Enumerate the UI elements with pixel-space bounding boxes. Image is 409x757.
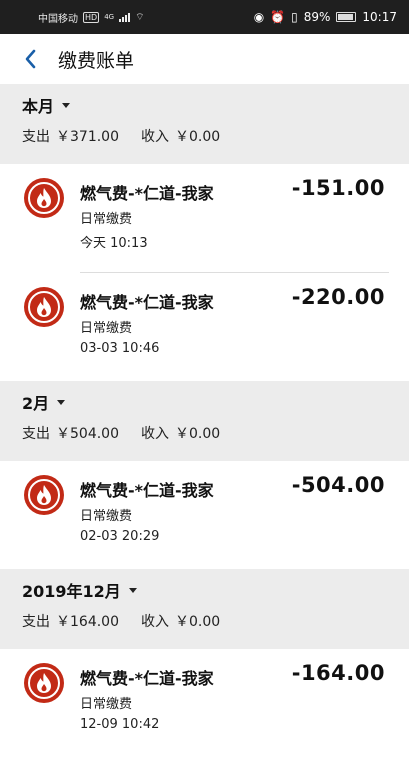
month-section-header: 本月 支出 ￥371.00 收入 ￥0.00 <box>0 84 409 164</box>
expense-amount: ￥164.00 <box>56 614 119 630</box>
caret-down-icon <box>62 102 71 108</box>
month-label: 2月 <box>22 394 50 413</box>
bill-time: 12-09 10:42 <box>80 717 160 732</box>
month-summary: 支出 ￥371.00 收入 ￥0.00 <box>22 126 387 164</box>
bill-list-item[interactable]: 燃气费-*仁道-我家 日常缴费 今天 10:13 -151.00 <box>0 164 409 272</box>
month-selector[interactable]: 2019年12月 <box>22 569 387 611</box>
bill-category: 日常缴费 <box>80 212 133 227</box>
bill-amount: -220.00 <box>291 285 385 309</box>
bill-list: 本月 支出 ￥371.00 收入 ￥0.00 燃气费-*仁道-我家 日常缴费 今… <box>0 84 409 757</box>
income-amount: ￥0.00 <box>175 614 221 630</box>
bill-list-item[interactable]: 燃气费-*仁道-我家 日常缴费 12-09 10:42 -164.00 <box>0 649 409 757</box>
bill-time: 02-03 20:29 <box>80 529 160 544</box>
expense-amount: ￥371.00 <box>56 129 119 145</box>
status-bar: 中国移动 HD 4G ⌔ ◉ ⏰ ▯ 89% 10:17 <box>0 0 409 34</box>
caret-down-icon <box>57 399 66 405</box>
gas-flame-icon <box>24 475 64 515</box>
caret-down-icon <box>128 587 137 593</box>
income-amount: ￥0.00 <box>175 129 221 145</box>
income-label: 收入 <box>141 129 169 145</box>
month-label: 2019年12月 <box>22 582 121 601</box>
battery-percent: 89% <box>303 10 331 24</box>
bill-name: 燃气费-*仁道-我家 <box>80 481 214 500</box>
month-label: 本月 <box>22 97 55 116</box>
page-title: 缴费账单 <box>58 49 135 72</box>
alarm-icon: ⏰ <box>270 10 286 24</box>
gas-flame-icon <box>24 287 64 327</box>
expense-label: 支出 <box>22 614 50 630</box>
bill-category: 日常缴费 <box>80 697 133 712</box>
month-section-header: 2019年12月 支出 ￥164.00 收入 ￥0.00 <box>0 569 409 649</box>
hd-badge: HD <box>83 11 100 23</box>
eye-comfort-icon: ◉ <box>253 10 265 24</box>
month-section-header: 2月 支出 ￥504.00 收入 ￥0.00 <box>0 381 409 461</box>
status-bar-right: ◉ ⏰ ▯ 89% 10:17 <box>254 10 397 24</box>
month-selector[interactable]: 本月 <box>22 84 387 126</box>
month-selector[interactable]: 2月 <box>22 381 387 423</box>
vibrate-icon: ▯ <box>291 10 298 24</box>
bill-category: 日常缴费 <box>80 321 133 336</box>
expense-label: 支出 <box>22 426 50 442</box>
income-label: 收入 <box>141 426 169 442</box>
battery-icon <box>336 12 357 22</box>
bill-name: 燃气费-*仁道-我家 <box>80 669 214 688</box>
bill-amount: -151.00 <box>291 176 385 200</box>
bill-name: 燃气费-*仁道-我家 <box>80 293 214 312</box>
status-bar-left: 中国移动 HD 4G ⌔ <box>38 10 144 25</box>
expense-label: 支出 <box>22 129 50 145</box>
bill-category: 日常缴费 <box>80 509 133 524</box>
income-amount: ￥0.00 <box>175 426 221 442</box>
month-summary: 支出 ￥504.00 收入 ￥0.00 <box>22 423 387 461</box>
gas-flame-icon <box>24 663 64 703</box>
bill-name: 燃气费-*仁道-我家 <box>80 184 214 203</box>
bill-time: 今天 10:13 <box>80 236 148 251</box>
bill-list-item[interactable]: 燃气费-*仁道-我家 日常缴费 02-03 20:29 -504.00 <box>0 461 409 569</box>
chevron-left-icon[interactable] <box>20 49 40 69</box>
bill-time: 03-03 10:46 <box>80 341 160 356</box>
income-label: 收入 <box>141 614 169 630</box>
bill-amount: -164.00 <box>291 661 385 685</box>
gas-flame-icon <box>24 178 64 218</box>
signal-icon <box>119 12 131 22</box>
bill-list-item[interactable]: 燃气费-*仁道-我家 日常缴费 03-03 10:46 -220.00 <box>0 273 409 381</box>
clock: 10:17 <box>362 10 397 24</box>
month-summary: 支出 ￥164.00 收入 ￥0.00 <box>22 611 387 649</box>
network-type: 4G <box>104 13 115 21</box>
wifi-icon: ⌔ <box>135 11 145 23</box>
expense-amount: ￥504.00 <box>56 426 119 442</box>
bill-amount: -504.00 <box>291 473 385 497</box>
carrier-label: 中国移动 <box>38 13 78 25</box>
title-bar: 缴费账单 <box>0 34 409 84</box>
